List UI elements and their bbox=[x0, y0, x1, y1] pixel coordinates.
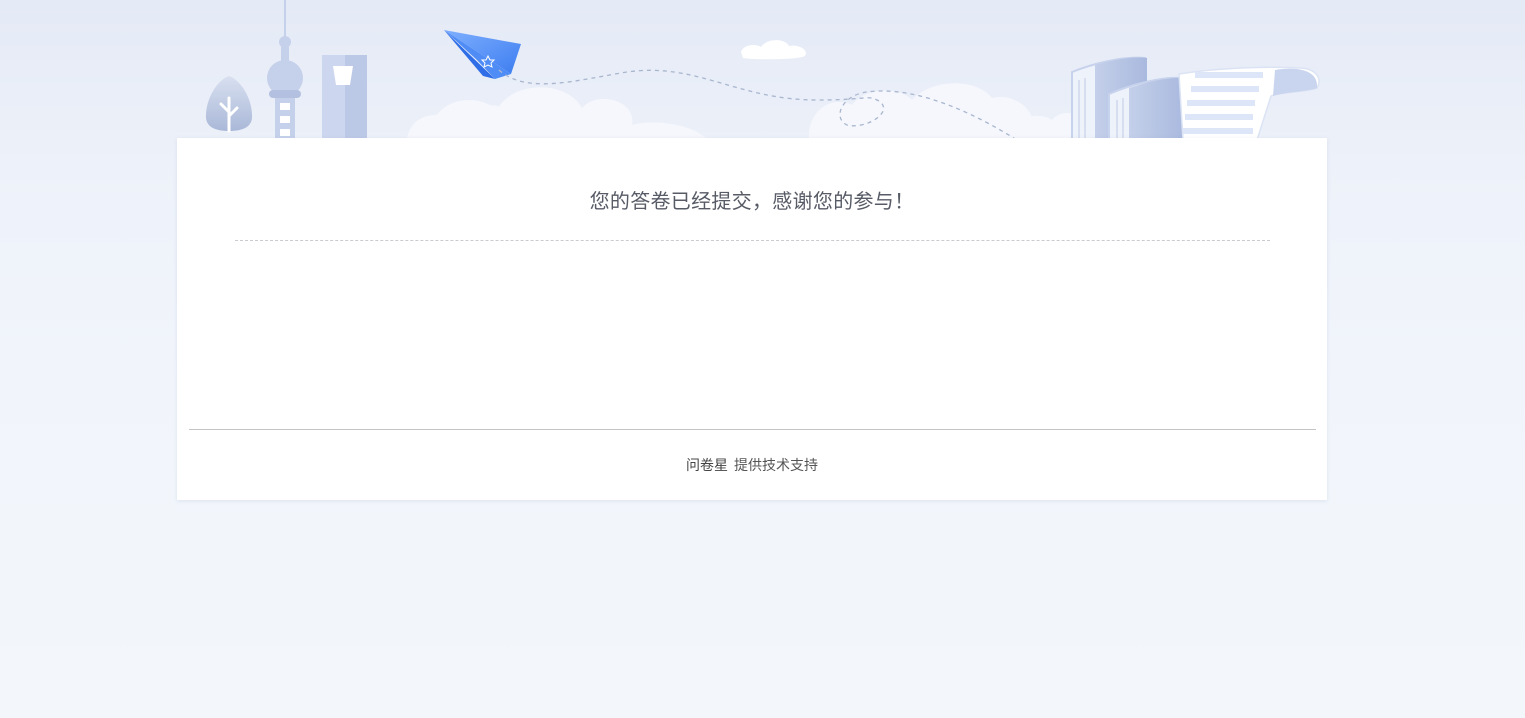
building-icon bbox=[322, 55, 367, 140]
cloud-shapes bbox=[407, 83, 1109, 140]
support-text: 提供技术支持 bbox=[734, 458, 818, 474]
tree-icon bbox=[205, 76, 253, 133]
completion-card: 您的答卷已经提交，感谢您的参与！ 问卷星 提供技术支持 bbox=[177, 138, 1327, 500]
paper-plane-icon bbox=[444, 30, 521, 79]
submission-success-message: 您的答卷已经提交，感谢您的参与！ bbox=[589, 189, 915, 213]
brand-link[interactable]: 问卷星 bbox=[686, 458, 728, 474]
tv-tower-icon bbox=[267, 0, 303, 140]
footer-divider bbox=[189, 429, 1316, 430]
powered-by-footer: 问卷星 提供技术支持 bbox=[177, 454, 1327, 478]
title-divider bbox=[235, 240, 1270, 241]
small-cloud bbox=[741, 40, 806, 60]
books-icon bbox=[1071, 56, 1187, 141]
header-illustration bbox=[177, 0, 1327, 141]
document-scroll-icon bbox=[1178, 66, 1320, 141]
cityscape-illustration bbox=[205, 0, 1320, 141]
